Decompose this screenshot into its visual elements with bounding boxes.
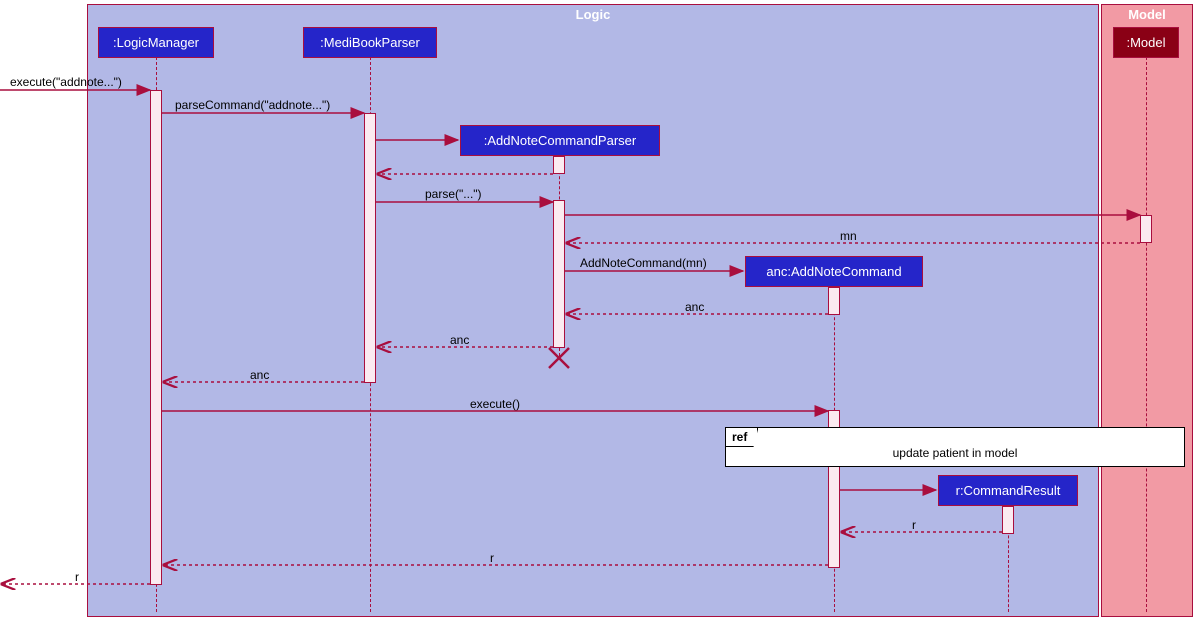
- activation-md: [1140, 215, 1152, 243]
- participant-label: anc:AddNoteCommand: [766, 264, 901, 279]
- participant-addnote-command: anc:AddNoteCommand: [745, 256, 923, 287]
- participant-label: :AddNoteCommandParser: [484, 133, 636, 148]
- activation-lm: [150, 90, 162, 585]
- msg-r1: r: [912, 518, 916, 532]
- region-logic: Logic: [87, 4, 1099, 617]
- lifeline-model: [1146, 57, 1147, 612]
- sequence-diagram: Logic Model :LogicManager :MediBookParse…: [0, 0, 1199, 622]
- activation-ancp-2: [553, 200, 565, 348]
- participant-label: :LogicManager: [113, 35, 199, 50]
- participant-model: :Model: [1113, 27, 1179, 58]
- participant-label: :Model: [1126, 35, 1165, 50]
- msg-r2: r: [490, 551, 494, 565]
- region-model: Model: [1101, 4, 1193, 617]
- msg-mn: mn: [840, 229, 857, 243]
- participant-command-result: r:CommandResult: [938, 475, 1078, 506]
- msg-addnotecmd: AddNoteCommand(mn): [580, 256, 707, 270]
- ref-fragment: ref update patient in model: [725, 427, 1185, 467]
- region-model-title: Model: [1128, 7, 1166, 22]
- msg-execute1: execute("addnote..."): [10, 75, 122, 89]
- msg-r3: r: [75, 570, 79, 584]
- participant-addnote-command-parser: :AddNoteCommandParser: [460, 125, 660, 156]
- msg-anc3: anc: [250, 368, 269, 382]
- msg-anc1: anc: [685, 300, 704, 314]
- msg-anc2: anc: [450, 333, 469, 347]
- participant-medibook-parser: :MediBookParser: [303, 27, 437, 58]
- participant-logic-manager: :LogicManager: [98, 27, 214, 58]
- activation-anc-1: [828, 287, 840, 315]
- ref-tab: ref: [726, 428, 758, 447]
- msg-parsecommand: parseCommand("addnote..."): [175, 98, 330, 112]
- participant-label: r:CommandResult: [956, 483, 1061, 498]
- region-logic-title: Logic: [576, 7, 611, 22]
- activation-cr: [1002, 506, 1014, 534]
- activation-mbp: [364, 113, 376, 383]
- activation-ancp-1: [553, 156, 565, 174]
- msg-execute2: execute(): [470, 397, 520, 411]
- msg-parse: parse("..."): [425, 187, 482, 201]
- participant-label: :MediBookParser: [320, 35, 420, 50]
- ref-text: update patient in model: [726, 428, 1184, 460]
